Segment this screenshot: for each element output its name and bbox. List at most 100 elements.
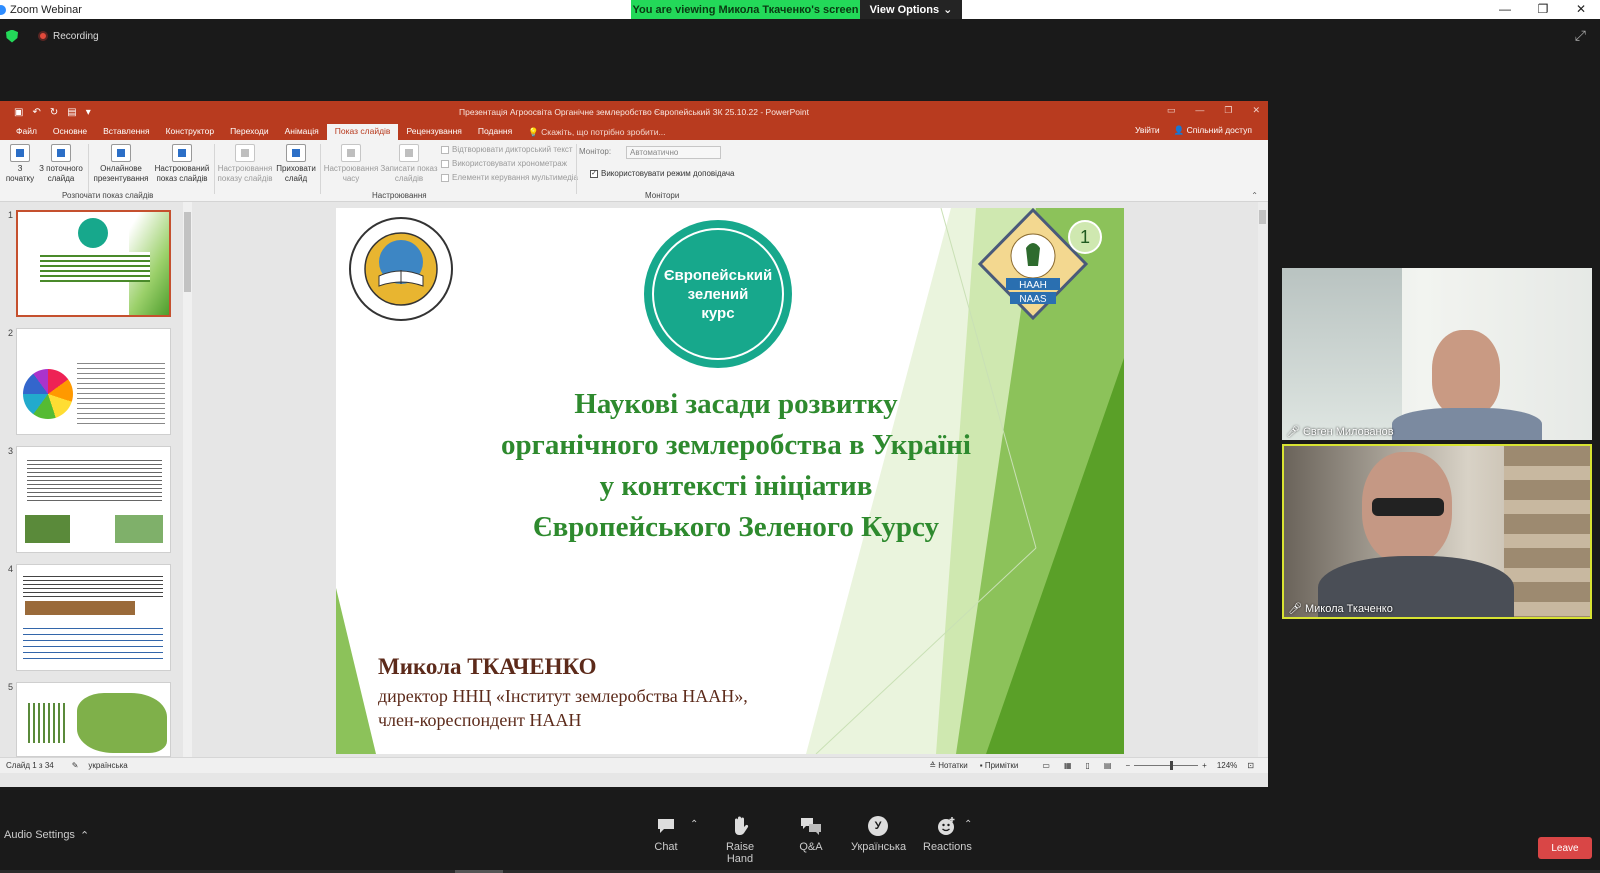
account-area: Увійти 👤 Спільний доступ <box>1135 125 1252 136</box>
custom-show-button[interactable]: Настроюваний показ слайдів <box>152 144 212 184</box>
customize-qat-icon[interactable]: ▾ <box>86 107 91 118</box>
rehearse-button[interactable]: Настроювання часу <box>322 144 380 184</box>
minimize-button[interactable]: — <box>1486 0 1524 19</box>
badge-text: Європейський зелений курс <box>664 266 772 323</box>
online-l2: презентування <box>93 174 149 183</box>
thumb-slide-5[interactable] <box>16 682 171 757</box>
fit-slide-icon[interactable]: ⊡ <box>1247 761 1254 770</box>
badge-line3: курс <box>701 304 735 322</box>
thumb-slide-2[interactable] <box>16 328 171 435</box>
collapse-ribbon-icon[interactable]: ⌃ <box>1251 191 1258 200</box>
checkbox-box <box>441 159 449 168</box>
comments-button[interactable]: ▪ Примітки <box>980 761 1019 770</box>
save-icon[interactable]: ▣ <box>14 107 23 118</box>
checkbox-box <box>441 145 449 154</box>
reactions-chevron-icon[interactable]: ⌃ <box>964 819 972 830</box>
thumb-text-lines <box>23 623 163 663</box>
green-deal-badge: Європейський зелений курс <box>644 220 792 368</box>
ribbon-display-icon[interactable]: ▭ <box>1167 105 1176 116</box>
raise-hand-button[interactable]: Raise Hand <box>712 815 768 865</box>
slideshow-view-icon[interactable]: ▤ <box>1104 761 1112 770</box>
scroll-thumb[interactable] <box>184 212 191 292</box>
ribbon-slideshow: Зпочатку З поточного слайда Онлайнове през… <box>0 140 1268 202</box>
naas-text-top: НААН <box>1019 280 1047 291</box>
rehearse-l2: часу <box>342 174 360 183</box>
thumb-photo <box>115 515 163 543</box>
zoom-slider-thumb[interactable] <box>1170 761 1174 770</box>
thumb-slide-1[interactable] <box>16 210 171 317</box>
thumbnail-scrollbar[interactable] <box>183 202 192 757</box>
setup-show-button[interactable]: Настроювання показу слайдів <box>216 144 274 184</box>
tab-home[interactable]: Основне <box>45 124 95 140</box>
audio-settings-button[interactable]: Audio Settings ⌃ <box>4 829 89 842</box>
language-indicator[interactable]: українська <box>88 761 127 770</box>
chat-button[interactable]: Chat <box>646 815 686 853</box>
tab-design[interactable]: Конструктор <box>158 124 222 140</box>
spellcheck-icon[interactable]: ✎ <box>72 761 79 770</box>
reading-view-icon[interactable]: ▯ <box>1086 761 1090 770</box>
thumb-chart <box>25 703 65 743</box>
media-controls-checkbox[interactable]: Елементи керування мультимедіа <box>441 173 578 182</box>
zoom-in-icon[interactable]: + <box>1202 761 1207 770</box>
tab-file[interactable]: Файл <box>8 124 45 140</box>
thumb-slide-4[interactable] <box>16 564 171 671</box>
notes-button[interactable]: ≙ Нотатки <box>929 761 967 770</box>
present-icon[interactable]: ▤ <box>67 107 76 118</box>
redo-icon[interactable]: ↻ <box>50 107 58 118</box>
ppt-close-icon[interactable]: ✕ <box>1252 105 1260 116</box>
from-beginning-button[interactable]: Зпочатку <box>4 144 36 184</box>
scroll-thumb[interactable] <box>1259 210 1266 224</box>
recording-indicator[interactable]: Recording <box>38 31 99 42</box>
ppt-workarea: 1 2 3 4 5 Європейський зелений курс НААН… <box>0 202 1268 757</box>
tab-slideshow[interactable]: Показ слайдів <box>326 124 399 140</box>
chat-options-chevron-icon[interactable]: ⌃ <box>690 819 698 830</box>
tab-view[interactable]: Подання <box>470 124 520 140</box>
fullscreen-icon[interactable]: ⤢ <box>1575 27 1586 44</box>
tell-me-text: Скажіть, що потрібно зробити... <box>541 127 666 137</box>
record-show-button[interactable]: Записати показ слайдів <box>380 144 438 184</box>
ppt-maximize-icon[interactable]: ❐ <box>1224 105 1232 116</box>
chat-label: Chat <box>654 841 678 853</box>
video-tile-2-active-speaker[interactable]: 🎤︎ Микола Ткаченко <box>1282 444 1592 619</box>
presenter-view-checkbox[interactable]: ✓ Використовувати режим доповідача <box>590 169 734 178</box>
hide-slide-button[interactable]: Приховати слайд <box>274 144 318 184</box>
use-timings-checkbox[interactable]: Використовувати хронометраж <box>441 159 567 168</box>
ppt-minimize-icon[interactable]: — <box>1195 105 1204 116</box>
tab-review[interactable]: Рецензування <box>398 124 469 140</box>
online-present-button[interactable]: Онлайнове презентування <box>90 144 152 184</box>
video-tile-1[interactable]: 🎤︎ Євген Милованов <box>1282 268 1592 440</box>
undo-icon[interactable]: ↶ <box>32 107 40 118</box>
slide-scrollbar[interactable] <box>1258 202 1267 757</box>
close-button[interactable]: ✕ <box>1562 0 1600 19</box>
view-options-button[interactable]: View Options ⌄ <box>860 0 962 19</box>
maximize-button[interactable]: ❐ <box>1524 0 1562 19</box>
chevron-up-icon: ⌃ <box>79 830 90 842</box>
tab-animations[interactable]: Анімація <box>277 124 327 140</box>
share-button[interactable]: 👤 Спільний доступ <box>1174 125 1252 136</box>
slide-page-number: 1 <box>1068 220 1102 254</box>
zoom-out-icon[interactable]: − <box>1125 761 1130 770</box>
play-narrations-checkbox[interactable]: Відтворювати дикторський текст <box>441 145 573 154</box>
security-shield-icon[interactable] <box>6 29 18 43</box>
raise-hand-label: Raise Hand <box>725 841 755 865</box>
zoom-level[interactable]: 124% <box>1217 761 1237 770</box>
sorter-view-icon[interactable]: ▦ <box>1064 761 1072 770</box>
setup-l2: показу слайдів <box>217 174 273 183</box>
interpretation-button[interactable]: У Українська <box>851 815 906 853</box>
thumb-slide-3[interactable] <box>16 446 171 553</box>
monitor-select[interactable]: Автоматично <box>626 146 721 159</box>
window-title: Zoom Webinar <box>10 3 82 16</box>
signin-link[interactable]: Увійти <box>1135 125 1160 136</box>
ppt-statusbar: Слайд 1 з 34 ✎ українська ≙ Нотатки ▪ Пр… <box>0 757 1268 773</box>
leave-button[interactable]: Leave <box>1538 837 1592 859</box>
presenter-view-label: Використовувати режим доповідача <box>601 169 735 178</box>
tab-transitions[interactable]: Переходи <box>222 124 277 140</box>
from-current-button[interactable]: З поточного слайда <box>36 144 86 184</box>
tell-me-search[interactable]: 💡 Скажіть, що потрібно зробити... <box>520 125 673 140</box>
role-line2: член-кореспондент НААН <box>378 710 582 730</box>
normal-view-icon[interactable]: ▭ <box>1042 761 1050 770</box>
qa-button[interactable]: Q&A <box>796 815 826 853</box>
tab-insert[interactable]: Вставлення <box>95 124 157 140</box>
zoom-slider[interactable] <box>1134 761 1199 770</box>
custom-l1: Настроюваний <box>154 164 210 173</box>
